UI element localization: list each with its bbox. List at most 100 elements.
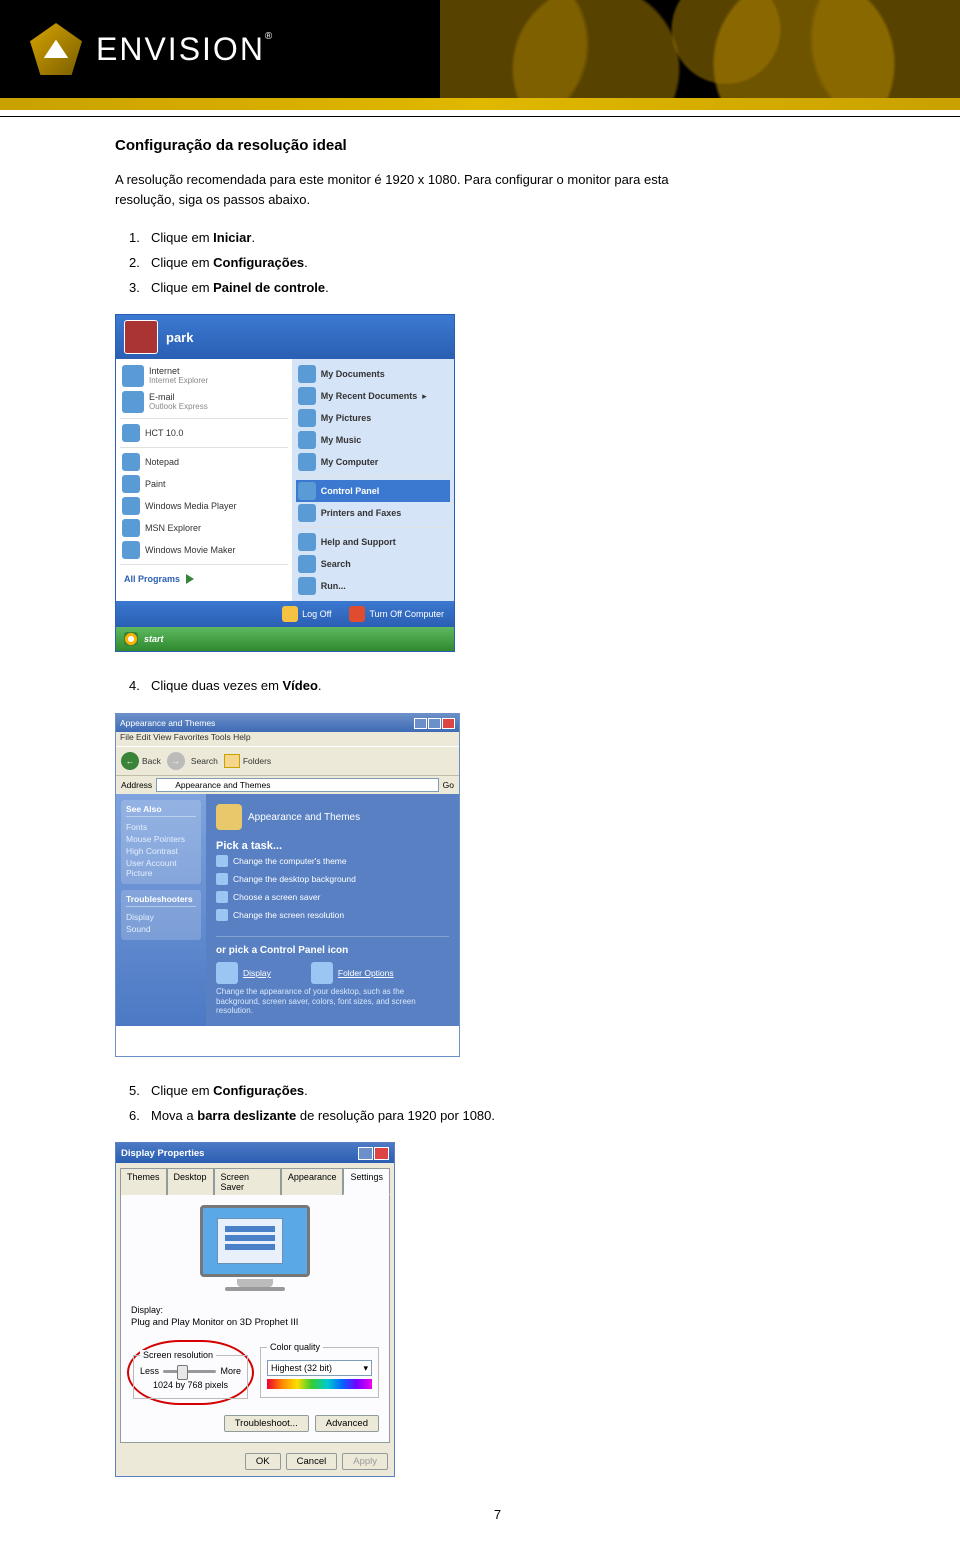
start-menu-item[interactable]: InternetInternet Explorer <box>120 363 288 389</box>
maximize-icon[interactable] <box>428 718 441 729</box>
resolution-slider[interactable]: Less More <box>140 1366 241 1376</box>
help-icon[interactable] <box>358 1147 373 1160</box>
side-link[interactable]: Mouse Pointers <box>126 833 196 845</box>
slider-track[interactable] <box>163 1370 216 1373</box>
steps-list-c: 5.Clique em Configurações.6.Mova a barra… <box>129 1079 880 1128</box>
side-link[interactable]: High Contrast <box>126 845 196 857</box>
cp-task-link[interactable]: Choose a screen saver <box>216 888 449 906</box>
back-button[interactable]: ←Back <box>121 752 161 770</box>
cp-main-panel: Appearance and Themes Pick a task... Cha… <box>206 794 459 1026</box>
start-menu-item[interactable]: Notepad <box>120 451 288 473</box>
brand-banner: ENVISION® <box>0 0 960 98</box>
folder-icon <box>298 504 316 522</box>
side-link[interactable]: Display <box>126 911 196 923</box>
side-link[interactable]: Sound <box>126 923 196 935</box>
start-menu-item[interactable]: Run... <box>296 575 450 597</box>
folder-icon <box>298 365 316 383</box>
cp-task-link[interactable]: Change the screen resolution <box>216 906 449 924</box>
or-pick-heading: or pick a Control Panel icon <box>216 936 449 956</box>
monitor-preview <box>195 1205 315 1295</box>
dp-tab[interactable]: Settings <box>343 1168 390 1195</box>
brand-name: ENVISION® <box>96 31 274 68</box>
see-also-heading: See Also <box>126 804 196 817</box>
app-icon <box>122 453 140 471</box>
start-menu-item[interactable]: Paint <box>120 473 288 495</box>
app-icon <box>122 541 140 559</box>
color-rainbow-icon <box>267 1379 372 1389</box>
step-item: 3.Clique em Painel de controle. <box>129 276 880 301</box>
address-field[interactable]: Appearance and Themes <box>156 778 438 792</box>
start-menu-item[interactable]: Help and Support <box>296 531 450 553</box>
folder-icon <box>160 780 172 790</box>
start-menu-item[interactable]: Search <box>296 553 450 575</box>
apply-button[interactable]: Apply <box>342 1453 388 1470</box>
start-menu-item[interactable]: My Recent Documents ▸ <box>296 385 450 407</box>
close-icon[interactable] <box>442 718 455 729</box>
step-item: 6.Mova a barra deslizante de resolução p… <box>129 1104 880 1129</box>
app-icon <box>122 475 140 493</box>
app-icon <box>122 519 140 537</box>
ok-button[interactable]: OK <box>245 1453 281 1470</box>
folder-icon <box>298 409 316 427</box>
side-link[interactable]: Fonts <box>126 821 196 833</box>
folder-icon <box>298 431 316 449</box>
start-menu-item[interactable]: Printers and Faxes <box>296 502 450 524</box>
forward-button[interactable]: → <box>167 752 185 770</box>
start-button[interactable]: start <box>116 627 454 651</box>
dp-tab[interactable]: Desktop <box>167 1168 214 1195</box>
go-button[interactable]: Go <box>443 780 454 790</box>
app-icon <box>122 365 144 387</box>
intro-paragraph: A resolução recomendada para este monito… <box>115 170 725 210</box>
start-menu-item[interactable]: Windows Media Player <box>120 495 288 517</box>
dp-tab[interactable]: Themes <box>120 1168 167 1195</box>
start-menu-item[interactable]: My Pictures <box>296 407 450 429</box>
color-quality-group: Color quality Highest (32 bit) <box>260 1342 379 1398</box>
search-button[interactable]: Search <box>191 756 218 766</box>
start-menu-item[interactable]: My Documents <box>296 363 450 385</box>
advanced-button[interactable]: Advanced <box>315 1415 379 1432</box>
start-menu-item[interactable]: My Computer <box>296 451 450 473</box>
slider-less-label: Less <box>140 1366 159 1376</box>
cp-icon-item[interactable]: Folder Options <box>311 962 394 984</box>
cancel-button[interactable]: Cancel <box>286 1453 338 1470</box>
start-menu-item[interactable]: E-mailOutlook Express <box>120 389 288 415</box>
cp-task-link[interactable]: Change the computer's theme <box>216 852 449 870</box>
window-menubar[interactable]: File Edit View Favorites Tools Help <box>116 732 459 746</box>
cp-icon-item[interactable]: Display <box>216 962 271 984</box>
screen-resolution-group: Screen resolution Less More 1024 by 768 … <box>133 1350 248 1399</box>
turn-off-button[interactable]: Turn Off Computer <box>349 606 444 622</box>
screenshot-start-menu: park InternetInternet ExplorerE-mailOutl… <box>115 314 455 652</box>
side-link[interactable]: User Account Picture <box>126 857 196 879</box>
folder-icon <box>298 387 316 405</box>
dp-tab[interactable]: Screen Saver <box>214 1168 281 1195</box>
folder-icon <box>298 482 316 500</box>
page-content: Configuração da resolução ideal A resolu… <box>0 117 960 1562</box>
address-bar: Address Appearance and Themes Go <box>116 776 459 794</box>
all-programs[interactable]: All Programs <box>120 568 288 590</box>
cp-item-icon <box>216 962 238 984</box>
minimize-icon[interactable] <box>414 718 427 729</box>
category-icon <box>216 804 242 830</box>
page-number: 7 <box>115 1507 880 1522</box>
dp-tab[interactable]: Appearance <box>281 1168 344 1195</box>
start-menu-item[interactable]: HCT 10.0 <box>120 422 288 444</box>
start-menu-left-column: InternetInternet ExplorerE-mailOutlook E… <box>116 359 292 601</box>
slider-more-label: More <box>220 1366 241 1376</box>
start-menu-item[interactable]: MSN Explorer <box>120 517 288 539</box>
troubleshoot-button[interactable]: Troubleshoot... <box>224 1415 309 1432</box>
start-menu-item[interactable]: Windows Movie Maker <box>120 539 288 561</box>
address-label: Address <box>121 780 152 790</box>
log-off-button[interactable]: Log Off <box>282 606 331 622</box>
screenshot-display-properties: Display Properties ThemesDesktopScreen S… <box>115 1142 395 1477</box>
cp-task-link[interactable]: Change the desktop background <box>216 870 449 888</box>
start-menu-header: park <box>116 315 454 359</box>
window-toolbar: ←Back → Search Folders <box>116 746 459 776</box>
color-quality-select[interactable]: Highest (32 bit) <box>267 1360 372 1376</box>
close-icon[interactable] <box>374 1147 389 1160</box>
folders-button[interactable]: Folders <box>224 754 271 768</box>
start-menu-item[interactable]: My Music <box>296 429 450 451</box>
folder-icon <box>298 533 316 551</box>
step-item: 4.Clique duas vezes em Vídeo. <box>129 674 880 699</box>
start-menu-item[interactable]: Control Panel <box>296 480 450 502</box>
dp-titlebar: Display Properties <box>116 1143 394 1163</box>
